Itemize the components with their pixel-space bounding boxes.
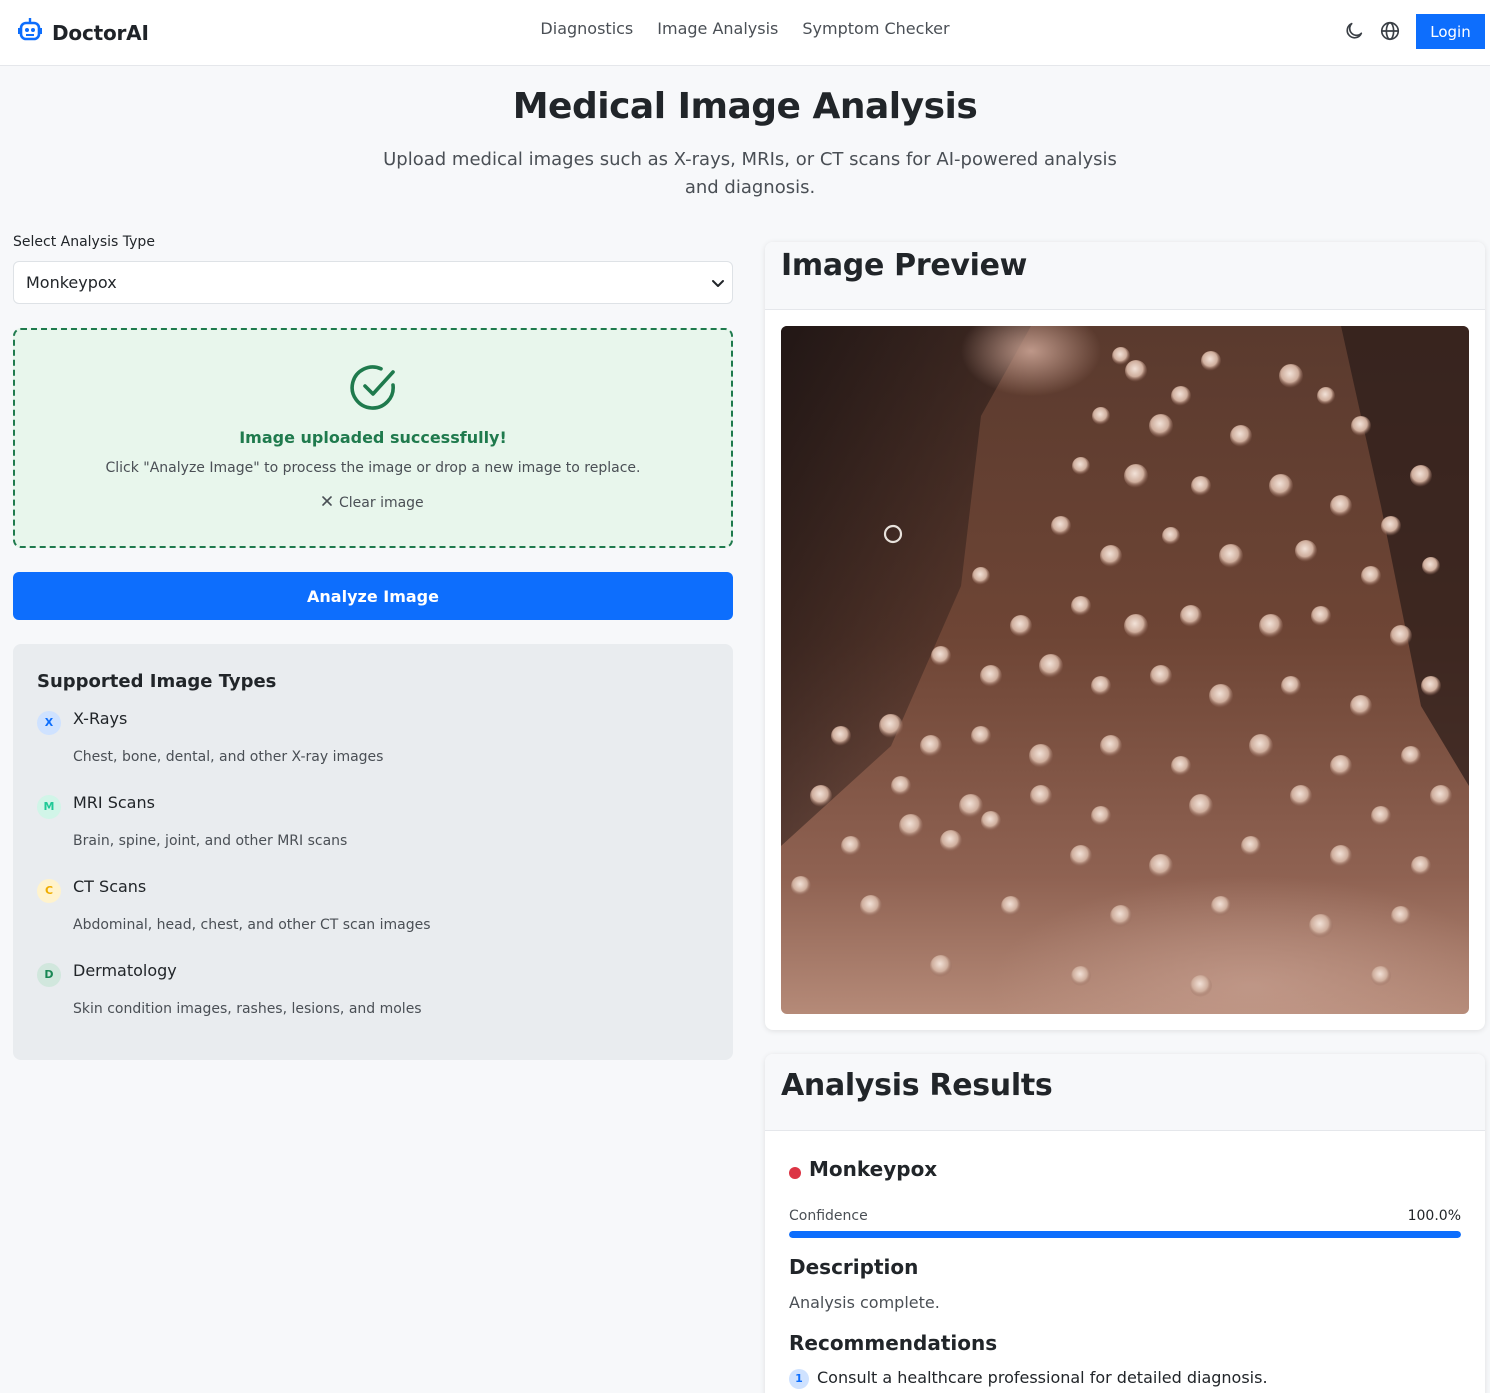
- nav-link-symptom-checker[interactable]: Symptom Checker: [802, 19, 949, 38]
- results-title: Analysis Results: [781, 1068, 1053, 1103]
- confidence-progress-fill: [789, 1231, 1461, 1238]
- nav-link-diagnostics[interactable]: Diagnostics: [540, 19, 633, 38]
- chevron-down-icon: [710, 275, 726, 295]
- status-dot-icon: [789, 1167, 801, 1179]
- analysis-results-card: Analysis Results Monkeypox Confidence 10…: [765, 1054, 1485, 1393]
- diagnosis-name: Monkeypox: [809, 1157, 938, 1181]
- login-button[interactable]: Login: [1416, 14, 1485, 49]
- globe-icon[interactable]: [1379, 20, 1401, 42]
- confidence-value: 100.0%: [1407, 1208, 1461, 1224]
- main-nav: Diagnostics Image Analysis Symptom Check…: [0, 19, 1490, 38]
- check-circle-icon: [350, 363, 398, 415]
- moon-icon[interactable]: [1343, 20, 1365, 42]
- clear-image-label: Clear image: [339, 495, 424, 511]
- type-name: CT Scans: [73, 877, 147, 896]
- type-description: Brain, spine, joint, and other MRI scans: [73, 833, 348, 849]
- results-card-header: Analysis Results: [765, 1054, 1485, 1131]
- list-item-ct: C CT Scans Abdominal, head, chest, and o…: [37, 877, 707, 947]
- type-name: X-Rays: [73, 709, 128, 728]
- list-item-xrays: X X-Rays Chest, bone, dental, and other …: [37, 709, 707, 779]
- ct-badge-icon: C: [37, 879, 61, 903]
- analysis-type-value: Monkeypox: [26, 273, 117, 292]
- xray-badge-icon: X: [37, 711, 61, 735]
- list-item-mri: M MRI Scans Brain, spine, joint, and oth…: [37, 793, 707, 863]
- type-name: Dermatology: [73, 961, 177, 980]
- analysis-type-label: Select Analysis Type: [13, 234, 155, 250]
- supported-types-title: Supported Image Types: [37, 671, 277, 692]
- type-description: Skin condition images, rashes, lesions, …: [73, 1001, 422, 1017]
- page-title: Medical Image Analysis: [512, 86, 978, 127]
- upload-success-message: Image uploaded successfully!: [239, 428, 507, 447]
- upload-hint: Click "Analyze Image" to process the ima…: [105, 460, 641, 476]
- confidence-label: Confidence: [789, 1208, 868, 1224]
- clear-image-button[interactable]: Clear image: [321, 495, 424, 511]
- analysis-type-select[interactable]: Monkeypox: [13, 261, 733, 304]
- preview-title: Image Preview: [781, 248, 1028, 283]
- nav-link-image-analysis[interactable]: Image Analysis: [657, 19, 778, 38]
- mri-badge-icon: M: [37, 795, 61, 819]
- preview-card-header: Image Preview: [765, 242, 1485, 310]
- upload-dropzone[interactable]: Image uploaded successfully! Click "Anal…: [13, 328, 733, 548]
- uploaded-image-preview[interactable]: [781, 326, 1469, 1014]
- dermatology-badge-icon: D: [37, 963, 61, 987]
- description-title: Description: [789, 1255, 919, 1279]
- close-icon: [321, 495, 333, 511]
- supported-types-card: Supported Image Types X X-Rays Chest, bo…: [13, 644, 733, 1060]
- top-navbar: DoctorAI Diagnostics Image Analysis Symp…: [0, 0, 1490, 66]
- type-name: MRI Scans: [73, 793, 155, 812]
- recommendations-title: Recommendations: [789, 1331, 998, 1355]
- recommendation-number: 1: [789, 1369, 809, 1389]
- description-text: Analysis complete.: [789, 1293, 940, 1312]
- recommendation-text: Consult a healthcare professional for de…: [817, 1368, 1268, 1387]
- list-item-dermatology: D Dermatology Skin condition images, ras…: [37, 961, 707, 1031]
- page-subtitle: Upload medical images such as X-rays, MR…: [383, 149, 1117, 198]
- type-description: Abdominal, head, chest, and other CT sca…: [73, 917, 431, 933]
- image-preview-card: Image Preview: [765, 242, 1485, 1030]
- type-description: Chest, bone, dental, and other X-ray ima…: [73, 749, 384, 765]
- confidence-progress-bar: [789, 1231, 1461, 1238]
- analyze-image-button[interactable]: Analyze Image: [13, 572, 733, 620]
